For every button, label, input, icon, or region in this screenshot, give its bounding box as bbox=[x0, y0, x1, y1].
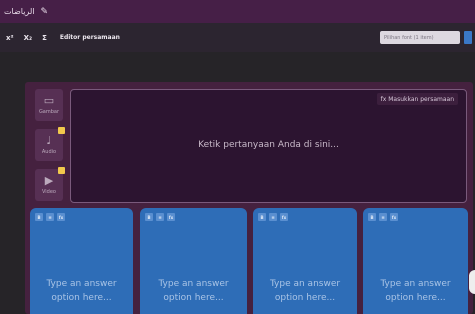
equation-button[interactable]: fx bbox=[57, 213, 65, 221]
answer-placeholder: Type an answer option here... bbox=[140, 277, 247, 305]
answer-placeholder-line2: option here... bbox=[163, 293, 224, 303]
media-buttons: ▭ Gambar ♩ Audio ▶ Video bbox=[35, 89, 65, 209]
equation-button[interactable]: fx bbox=[390, 213, 398, 221]
microphone-icon: ♩ bbox=[46, 134, 52, 147]
answer-option-2[interactable]: B ≡ fx Type an answer option here... bbox=[140, 208, 247, 314]
answer-placeholder-line1: Type an answer bbox=[158, 279, 229, 289]
equation-button[interactable]: fx bbox=[167, 213, 175, 221]
bold-button[interactable]: B bbox=[258, 213, 266, 221]
answer-options: B ≡ fx Type an answer option here... B ≡… bbox=[30, 208, 471, 314]
answer-placeholder-line2: option here... bbox=[51, 293, 112, 303]
bold-button[interactable]: B bbox=[145, 213, 153, 221]
list-button[interactable]: ≡ bbox=[156, 213, 164, 221]
answer-placeholder-line2: option here... bbox=[274, 293, 336, 303]
answer-option-3[interactable]: B ≡ fx Type an answer option here... bbox=[253, 208, 357, 314]
answer-format-buttons: B ≡ fx bbox=[258, 213, 288, 221]
answer-placeholder: Type an answer option here... bbox=[253, 277, 357, 305]
premium-badge-icon bbox=[58, 127, 65, 134]
document-title[interactable]: الرياضات bbox=[4, 7, 35, 16]
question-placeholder: Ketik pertanyaan Anda di sini... bbox=[198, 140, 339, 150]
answer-format-buttons: B ≡ fx bbox=[145, 213, 175, 221]
answer-placeholder-line1: Type an answer bbox=[46, 279, 117, 289]
formatting-toolbar: x² X₂ Σ Editor persamaan Pilihan font (1… bbox=[0, 23, 475, 52]
scroll-handle[interactable] bbox=[469, 270, 475, 294]
toolbar-action-button[interactable] bbox=[464, 31, 472, 44]
answer-format-buttons: B ≡ fx bbox=[368, 213, 398, 221]
answer-format-buttons: B ≡ fx bbox=[35, 213, 65, 221]
image-label: Gambar bbox=[38, 109, 60, 115]
list-button[interactable]: ≡ bbox=[269, 213, 277, 221]
answer-placeholder-line2: option here... bbox=[385, 293, 446, 303]
answer-placeholder: Type an answer option here... bbox=[363, 277, 468, 305]
equation-editor-button[interactable]: Editor persamaan bbox=[60, 34, 120, 41]
subscript-button[interactable]: X₂ bbox=[24, 34, 32, 42]
equation-button[interactable]: fx bbox=[280, 213, 288, 221]
premium-badge-icon bbox=[58, 167, 65, 174]
list-button[interactable]: ≡ bbox=[379, 213, 387, 221]
answer-placeholder-line1: Type an answer bbox=[269, 279, 341, 289]
answer-placeholder-line1: Type an answer bbox=[380, 279, 451, 289]
image-icon: ▭ bbox=[43, 94, 55, 107]
bold-button[interactable]: B bbox=[368, 213, 376, 221]
answer-placeholder: Type an answer option here... bbox=[30, 277, 133, 305]
add-audio-button[interactable]: ♩ Audio bbox=[35, 127, 65, 161]
pencil-icon[interactable]: ✎ bbox=[41, 7, 49, 17]
sum-button[interactable]: Σ bbox=[42, 34, 47, 42]
audio-label: Audio bbox=[41, 149, 57, 155]
superscript-button[interactable]: x² bbox=[6, 34, 14, 42]
question-input[interactable]: fx Masukkan persamaan Ketik pertanyaan A… bbox=[70, 89, 467, 203]
font-select[interactable]: Pilihan font (1 item) bbox=[380, 31, 460, 44]
answer-option-1[interactable]: B ≡ fx Type an answer option here... bbox=[30, 208, 133, 314]
video-label: Video bbox=[41, 189, 56, 195]
insert-equation-button[interactable]: fx Masukkan persamaan bbox=[376, 93, 458, 105]
video-icon: ▶ bbox=[44, 174, 54, 187]
add-video-button[interactable]: ▶ Video bbox=[35, 167, 65, 201]
add-image-button[interactable]: ▭ Gambar bbox=[35, 89, 63, 121]
title-bar: الرياضات ✎ bbox=[0, 0, 475, 23]
list-button[interactable]: ≡ bbox=[46, 213, 54, 221]
answer-option-4[interactable]: B ≡ fx Type an answer option here... bbox=[363, 208, 468, 314]
bold-button[interactable]: B bbox=[35, 213, 43, 221]
